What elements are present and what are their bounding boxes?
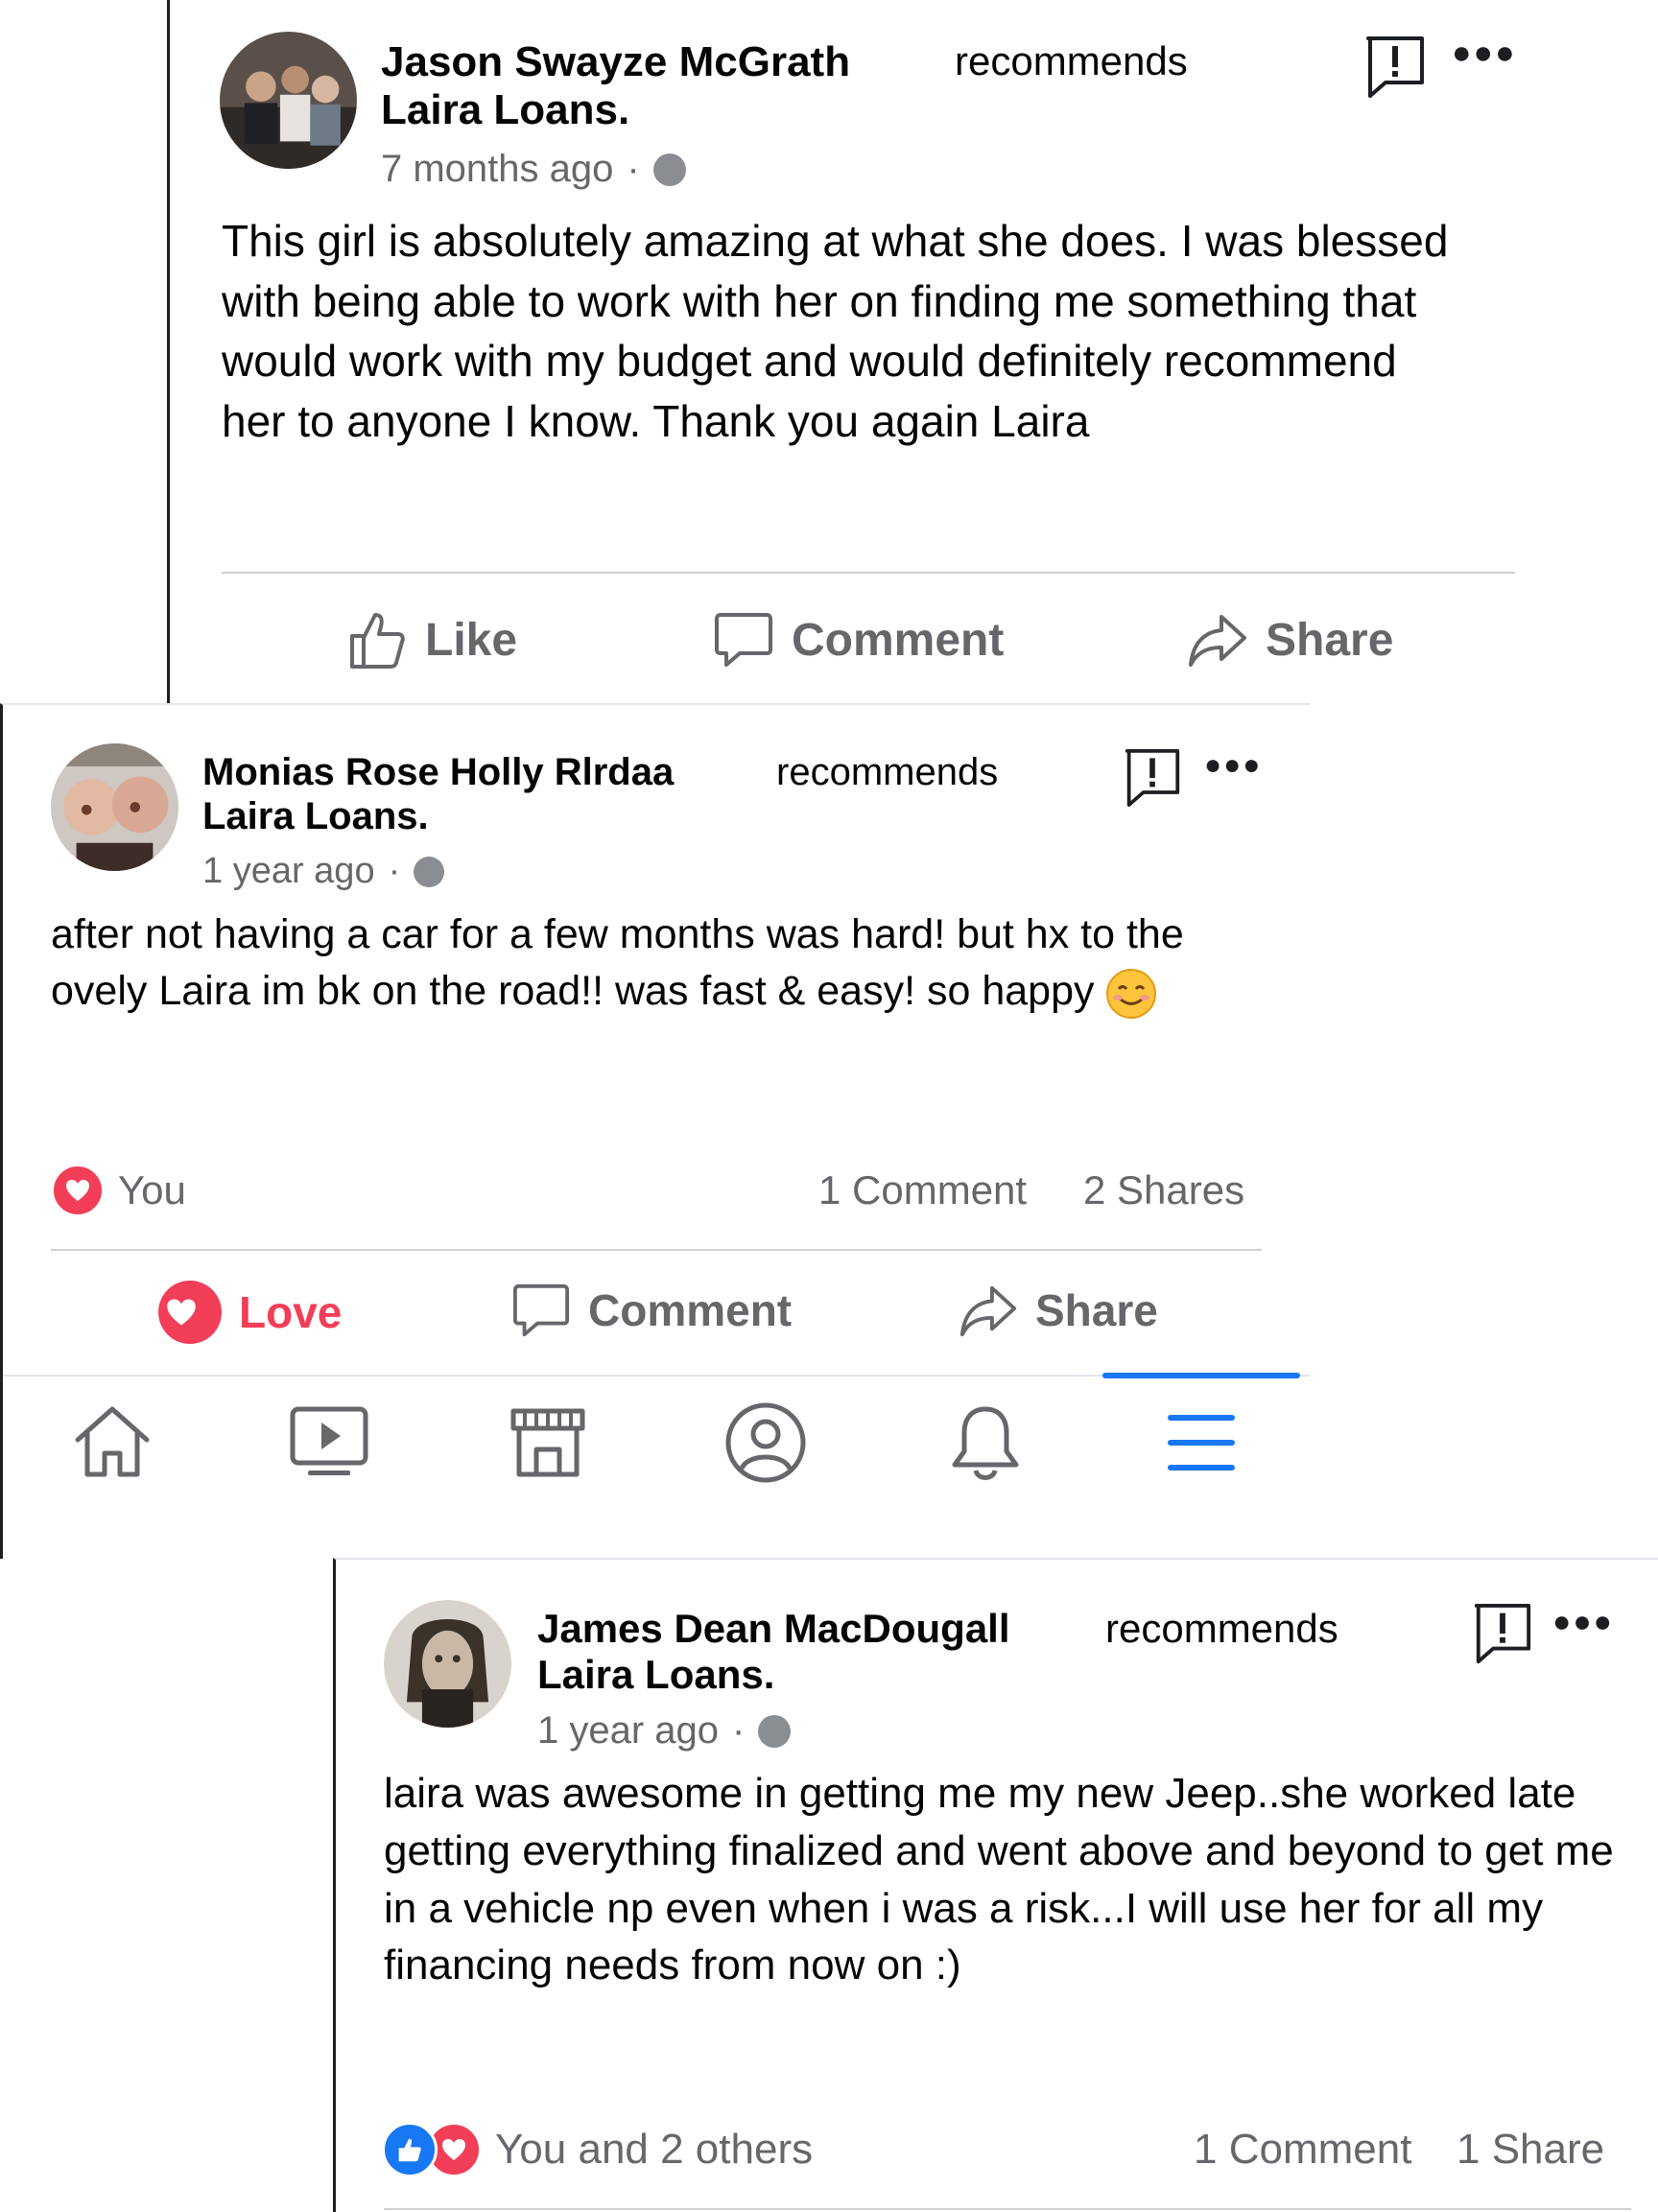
love-icon (158, 1281, 222, 1344)
timestamp[interactable]: 7 months ago (381, 148, 613, 191)
separator: · (627, 148, 640, 190)
smiling-face-emoji (1106, 968, 1157, 1019)
author-name[interactable]: Jason Swayze McGrath (381, 38, 850, 86)
divider (51, 1249, 1262, 1251)
share-icon (959, 1285, 1017, 1337)
author-name[interactable]: James Dean MacDougall (537, 1606, 1010, 1652)
comment-button[interactable]: Comment (511, 1281, 792, 1340)
post-meta: 7 months ago · (381, 148, 686, 191)
tab-active-indicator (1102, 1373, 1300, 1378)
recommends-label: recommends (1105, 1606, 1338, 1651)
globe-icon (414, 856, 445, 887)
comments-count[interactable]: 1 Comment (818, 1167, 1027, 1213)
reactions-label: You (118, 1167, 186, 1212)
share-icon (1189, 615, 1246, 667)
divider (222, 572, 1515, 574)
like-label: Like (425, 614, 518, 666)
profile-icon[interactable] (724, 1401, 807, 1484)
reactions-summary[interactable]: You (51, 1164, 186, 1217)
love-reaction-icon (51, 1164, 105, 1217)
separator: · (388, 851, 401, 891)
like-button[interactable]: Like (346, 609, 517, 671)
avatar[interactable] (51, 743, 178, 871)
post-body-text: after not having a car for a few months … (51, 911, 1184, 1015)
globe-icon (758, 1714, 792, 1748)
home-icon[interactable] (72, 1403, 153, 1480)
page-name[interactable]: Laira Loans. (381, 86, 629, 134)
marketplace-icon[interactable] (508, 1403, 588, 1480)
post-body: laira was awesome in getting me my new J… (384, 1770, 1614, 1989)
timestamp[interactable]: 1 year ago (537, 1709, 719, 1753)
share-button[interactable]: Share (959, 1281, 1158, 1340)
reactions-summary[interactable]: You and 2 others (382, 2122, 813, 2177)
post-meta: 1 year ago · (202, 851, 445, 892)
comment-button[interactable]: Comment (713, 609, 1004, 671)
more-options-icon[interactable]: ●●● (1452, 35, 1517, 72)
shares-count[interactable]: 2 Shares (1083, 1167, 1244, 1213)
page-name[interactable]: Laira Loans. (537, 1652, 774, 1698)
share-button[interactable]: Share (1187, 609, 1393, 671)
share-label: Share (1266, 614, 1394, 666)
report-icon[interactable] (1124, 747, 1181, 809)
separator: · (732, 1709, 746, 1752)
watch-icon[interactable] (289, 1403, 369, 1480)
globe-icon (652, 153, 686, 186)
menu-icon[interactable] (1166, 1413, 1237, 1472)
comment-label: Comment (588, 1285, 793, 1335)
avatar[interactable] (384, 1600, 511, 1728)
author-name[interactable]: Monias Rose Holly Rlrdaa (202, 751, 674, 794)
post-meta: 1 year ago · (537, 1709, 792, 1753)
love-button[interactable]: Love (158, 1281, 342, 1344)
recommends-label: recommends (776, 751, 999, 793)
shares-count[interactable]: 1 Share (1457, 2126, 1604, 2174)
avatar[interactable] (220, 32, 357, 169)
timestamp[interactable]: 1 year ago (202, 851, 375, 892)
like-icon (350, 613, 405, 669)
reactions-label: You and 2 others (495, 2126, 814, 2173)
post-body: This girl is absolutely amazing at what … (222, 216, 1449, 446)
love-label: Love (239, 1287, 343, 1337)
review-card: Monias Rose Holly Rlrdaa recommends Lair… (0, 703, 1310, 1559)
more-options-icon[interactable]: ●●● (1204, 749, 1262, 782)
comment-label: Comment (792, 614, 1005, 666)
report-icon[interactable] (1364, 35, 1426, 100)
more-options-icon[interactable]: ●●● (1552, 1604, 1614, 1639)
report-icon[interactable] (1472, 1602, 1533, 1665)
like-reaction-icon (382, 2122, 438, 2177)
post-body: after not having a car for a few months … (51, 906, 1241, 1021)
review-card: James Dean MacDougall recommends Laira L… (333, 1558, 1658, 2212)
comment-icon (512, 1283, 570, 1337)
share-label: Share (1035, 1285, 1158, 1335)
recommends-label: recommends (955, 38, 1188, 83)
notifications-icon[interactable] (947, 1403, 1024, 1482)
page-name[interactable]: Laira Loans. (202, 795, 429, 838)
comment-icon (715, 613, 772, 667)
review-card: Jason Swayze McGrath recommends Laira Lo… (167, 0, 1658, 703)
comments-count[interactable]: 1 Comment (1194, 2126, 1411, 2174)
